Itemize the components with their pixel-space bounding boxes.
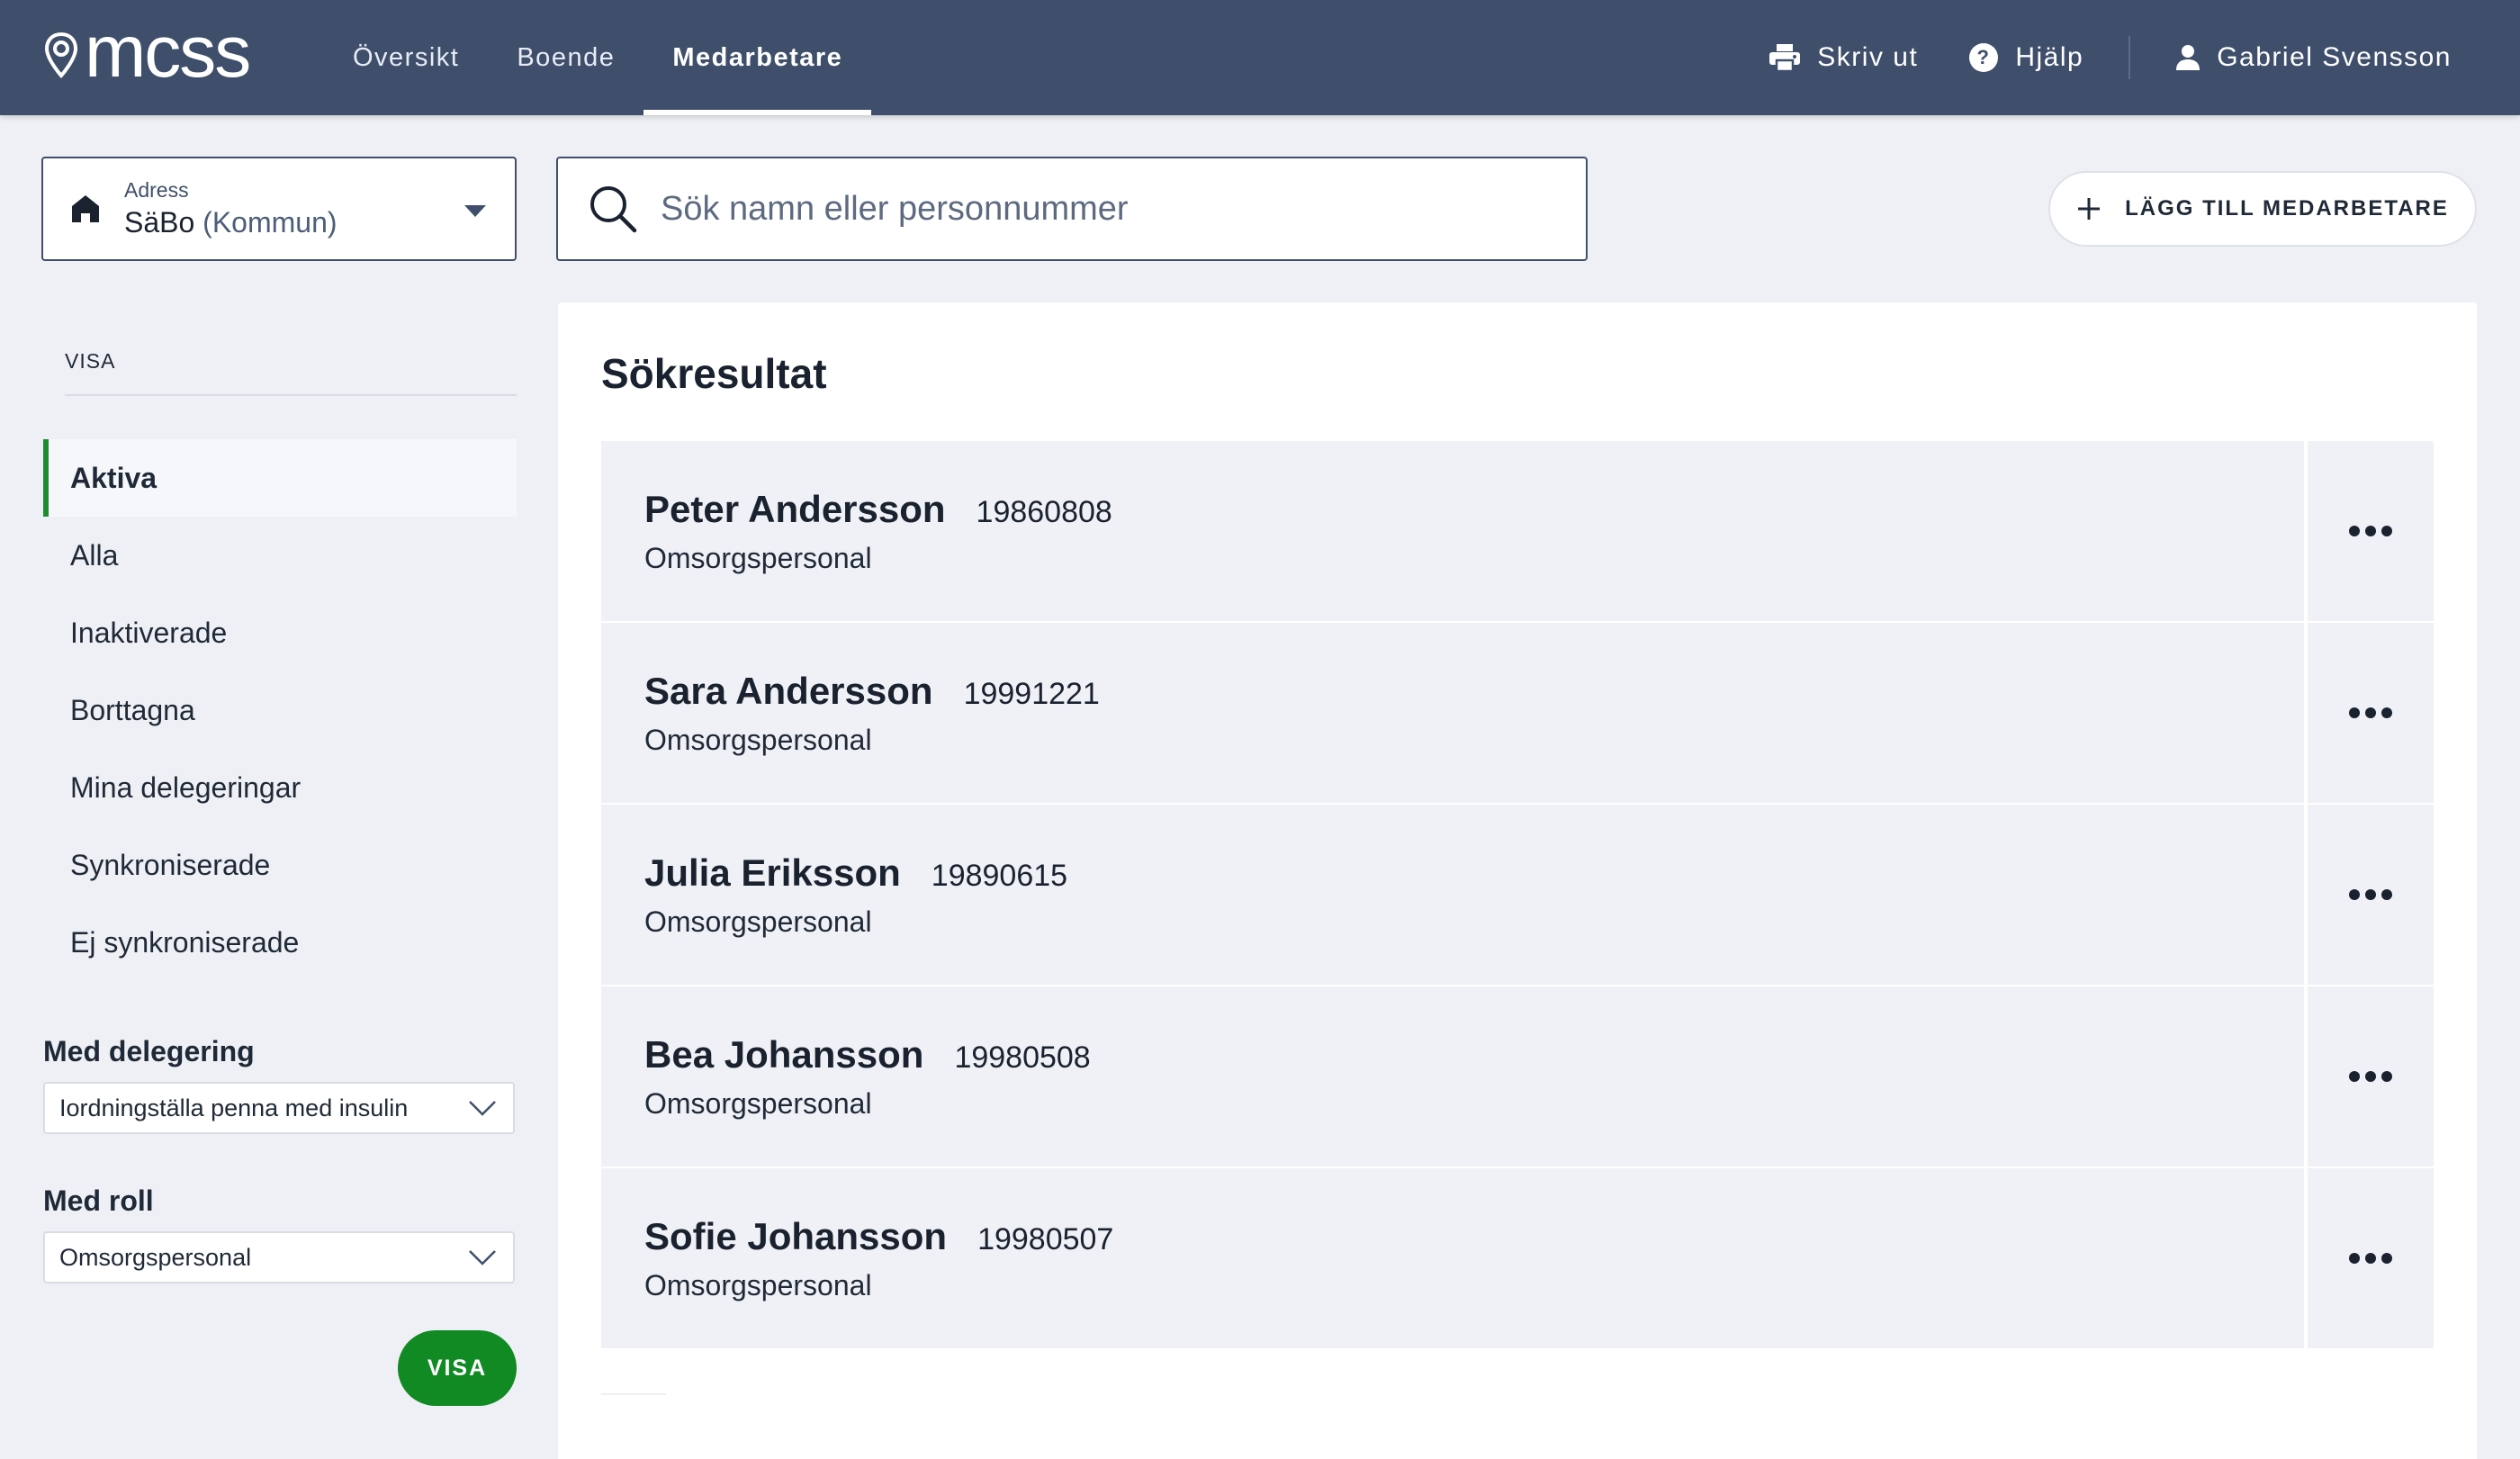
sidebar-filter-list: Aktiva Alla Inaktiverade Borttagna Mina … <box>43 439 517 981</box>
result-row: Peter Andersson 19860808 Omsorgspersonal <box>601 441 2434 621</box>
add-employee-button[interactable]: LÄGG TILL MEDARBETARE <box>2048 171 2477 247</box>
search-icon <box>590 186 637 233</box>
role-select-value: Omsorgspersonal <box>59 1243 252 1271</box>
main-nav: Översikt Boende Medarbetare <box>324 0 872 115</box>
more-dots-icon <box>2349 707 2392 718</box>
printer-icon <box>1769 44 1801 72</box>
employee-name: Bea Johansson <box>644 1032 924 1076</box>
employee-role: Omsorgspersonal <box>644 541 872 574</box>
employee-card[interactable]: Peter Andersson 19860808 Omsorgspersonal <box>601 441 2304 621</box>
sidebar-divider <box>65 394 517 396</box>
home-icon <box>72 195 99 222</box>
employee-role: Omsorgspersonal <box>644 905 872 938</box>
sidebar-item-ej-synkroniserade[interactable]: Ej synkroniserade <box>43 904 517 981</box>
header-actions: Skriv ut ? Hjälp Gabriel Svensson <box>1743 0 2477 115</box>
caret-down-icon <box>464 205 486 217</box>
row-more-button[interactable] <box>2308 441 2434 621</box>
address-qualifier: (Kommun) <box>202 206 338 239</box>
employee-pnr: 19980508 <box>954 1040 1091 1075</box>
employee-role: Omsorgspersonal <box>644 1086 872 1120</box>
result-row: Julia Eriksson 19890615 Omsorgspersonal <box>601 805 2434 985</box>
user-icon <box>2176 45 2200 70</box>
svg-text:?: ? <box>1977 46 1991 68</box>
employee-card[interactable]: Bea Johansson 19980508 Omsorgspersonal <box>601 986 2304 1166</box>
chevron-down-icon <box>469 1101 496 1116</box>
row-more-button[interactable] <box>2308 623 2434 803</box>
delegation-select[interactable]: Iordningställa penna med insulin <box>43 1082 515 1134</box>
location-pin-logo-icon <box>44 32 78 79</box>
address-label: Adress <box>124 178 189 202</box>
row-more-button[interactable] <box>2308 1168 2434 1348</box>
sidebar-item-synkroniserade[interactable]: Synkroniserade <box>43 826 517 904</box>
result-row: Sara Andersson 19991221 Omsorgspersonal <box>601 623 2434 803</box>
address-name: SäBo <box>124 206 195 239</box>
more-dots-icon <box>2349 526 2392 536</box>
role-select[interactable]: Omsorgspersonal <box>43 1231 515 1283</box>
add-employee-label: LÄGG TILL MEDARBETARE <box>2125 196 2449 221</box>
employee-pnr: 19991221 <box>963 676 1100 711</box>
employee-role: Omsorgspersonal <box>644 1268 872 1301</box>
sidebar-item-alla[interactable]: Alla <box>43 517 517 594</box>
employee-role: Omsorgspersonal <box>644 723 872 756</box>
print-button[interactable]: Skriv ut <box>1743 42 1943 73</box>
employee-pnr: 19980507 <box>977 1221 1114 1256</box>
more-dots-icon <box>2349 1253 2392 1264</box>
employee-card[interactable]: Sara Andersson 19991221 Omsorgspersonal <box>601 623 2304 803</box>
help-circle-icon: ? <box>1969 43 1999 72</box>
address-text: Adress SäBo (Kommun) <box>124 178 338 239</box>
results-list: Peter Andersson 19860808 Omsorgspersonal… <box>601 441 2434 1350</box>
row-more-button[interactable] <box>2308 805 2434 985</box>
employee-card[interactable]: Julia Eriksson 19890615 Omsorgspersonal <box>601 805 2304 985</box>
sidebar-item-mina-delegeringar[interactable]: Mina delegeringar <box>43 749 517 826</box>
search-box <box>556 157 1588 261</box>
help-label: Hjälp <box>2015 42 2084 72</box>
sidebar-item-inaktiverade[interactable]: Inaktiverade <box>43 594 517 671</box>
employee-name: Sara Andersson <box>644 669 933 712</box>
print-label: Skriv ut <box>1817 42 1919 72</box>
results-panel: Sökresultat Peter Andersson 19860808 Oms… <box>558 302 2477 1459</box>
logo-text: mcss <box>85 11 251 93</box>
sidebar-item-aktiva[interactable]: Aktiva <box>43 439 517 517</box>
delegation-select-value: Iordningställa penna med insulin <box>59 1094 409 1121</box>
plus-icon <box>2078 198 2101 220</box>
sidebar-heading: VISA <box>65 349 116 373</box>
user-name: Gabriel Svensson <box>2217 42 2452 72</box>
logo[interactable]: mcss <box>43 15 251 89</box>
search-input[interactable] <box>661 189 1586 229</box>
result-row: Bea Johansson 19980508 Omsorgspersonal <box>601 986 2434 1166</box>
row-more-button[interactable] <box>2308 986 2434 1166</box>
employee-name: Julia Eriksson <box>644 851 901 894</box>
results-footer-divider <box>601 1393 666 1395</box>
more-dots-icon <box>2349 889 2392 900</box>
address-value: SäBo (Kommun) <box>124 206 338 239</box>
user-menu[interactable]: Gabriel Svensson <box>2150 42 2477 73</box>
delegation-filter-label: Med delegering <box>43 1035 255 1067</box>
nav-boende[interactable]: Boende <box>488 0 644 115</box>
top-bar: mcss Översikt Boende Medarbetare Skriv u… <box>0 0 2520 115</box>
employee-pnr: 19860808 <box>976 494 1112 529</box>
header-divider <box>2128 36 2131 79</box>
help-button[interactable]: ? Hjälp <box>1943 42 2109 73</box>
sidebar-item-borttagna[interactable]: Borttagna <box>43 671 517 749</box>
employee-name: Sofie Johansson <box>644 1214 948 1257</box>
address-select[interactable]: Adress SäBo (Kommun) <box>41 157 517 261</box>
employee-card[interactable]: Sofie Johansson 19980507 Omsorgspersonal <box>601 1168 2304 1348</box>
nav-medarbetare[interactable]: Medarbetare <box>644 0 872 115</box>
chevron-down-icon <box>469 1250 496 1265</box>
employee-name: Peter Andersson <box>644 487 946 530</box>
more-dots-icon <box>2349 1071 2392 1082</box>
results-title: Sökresultat <box>601 350 827 397</box>
employee-pnr: 19890615 <box>931 858 1068 893</box>
visa-button[interactable]: VISA <box>398 1330 517 1406</box>
nav-oversikt[interactable]: Översikt <box>324 0 488 115</box>
result-row: Sofie Johansson 19980507 Omsorgspersonal <box>601 1168 2434 1348</box>
role-filter-label: Med roll <box>43 1184 154 1217</box>
